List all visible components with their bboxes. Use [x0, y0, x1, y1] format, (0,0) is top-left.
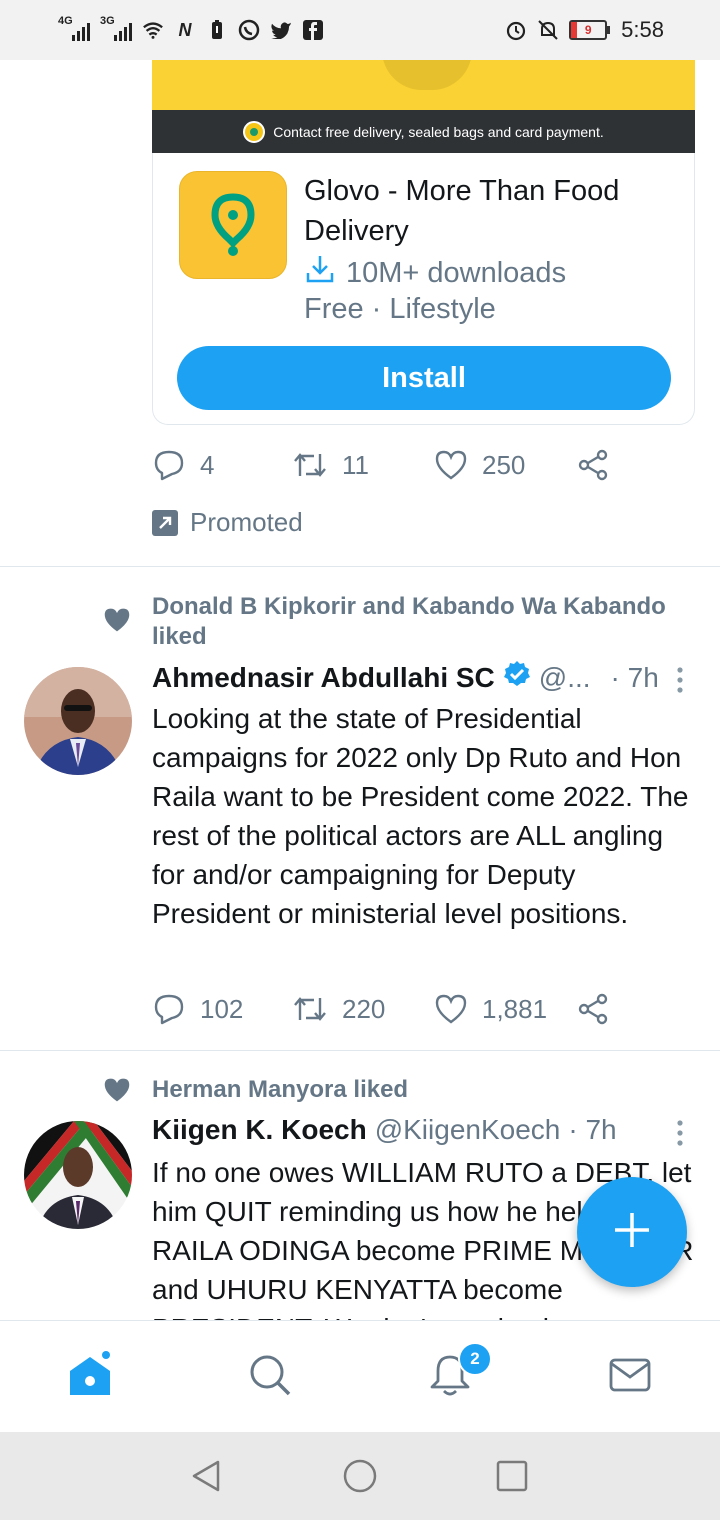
ad-media-image[interactable]	[152, 60, 695, 110]
retweet-button[interactable]: 11	[292, 450, 434, 481]
reply-button[interactable]: 102	[152, 992, 292, 1026]
promoted-icon	[152, 509, 178, 536]
reply-count: 4	[200, 449, 215, 480]
share-button[interactable]	[576, 992, 610, 1026]
social-context[interactable]: Donald B Kipkorir and Kabando Wa Kabando…	[152, 592, 692, 652]
signal-icon: 4G	[58, 15, 90, 41]
retweet-count: 11	[342, 449, 369, 480]
app-meta: Free · Lifestyle	[304, 293, 496, 325]
back-icon[interactable]	[188, 1458, 224, 1499]
tweet-header: Ahmednasir Abdullahi SC @... · 7h	[152, 660, 692, 695]
system-navigation-bar	[0, 1432, 720, 1520]
tweet-time: · 7h	[610, 661, 659, 693]
promoted-label: Promoted	[152, 507, 303, 538]
signal-icon-2: 3G	[100, 15, 132, 41]
mute-icon	[537, 19, 559, 41]
plus-icon	[612, 1210, 652, 1255]
network-type-label-2: 3G	[100, 15, 115, 27]
app-install-card[interactable]: Glovo - More Than Food Delivery 10M+ dow…	[152, 153, 695, 425]
reply-button[interactable]: 4	[152, 448, 292, 482]
status-bar: 4G 3G N 9 5:58	[0, 0, 720, 60]
shield-icon	[243, 120, 266, 143]
battery-level: 9	[584, 23, 592, 37]
like-count: 250	[482, 449, 526, 480]
retweet-button[interactable]: 220	[292, 994, 434, 1025]
share-icon	[576, 992, 610, 1026]
reply-icon	[152, 448, 186, 482]
facebook-icon	[302, 19, 324, 41]
whatsapp-icon	[238, 19, 260, 41]
reply-count: 102	[200, 993, 244, 1024]
share-icon	[576, 448, 610, 482]
reply-icon	[152, 992, 186, 1026]
messages-icon	[608, 1355, 652, 1400]
retweet-icon	[292, 994, 328, 1024]
downloads-count: 10M+ downloads	[346, 256, 567, 289]
promoted-text: Promoted	[190, 507, 303, 537]
retweet-count: 220	[342, 993, 386, 1024]
download-icon	[304, 253, 336, 293]
liked-heart-icon	[102, 1076, 132, 1109]
author-name[interactable]: Ahmednasir Abdullahi SC	[152, 662, 495, 694]
nfc-icon: N	[178, 19, 192, 40]
more-options-icon[interactable]	[674, 1120, 686, 1151]
avatar[interactable]	[24, 667, 132, 775]
tweet-time: · 7h	[568, 1114, 617, 1145]
author-name[interactable]: Kiigen K. Koech	[152, 1114, 367, 1146]
nav-search[interactable]	[246, 1353, 294, 1401]
like-button[interactable]: 250	[434, 449, 576, 481]
compose-tweet-button[interactable]	[577, 1177, 687, 1287]
nav-home[interactable]	[66, 1350, 114, 1404]
app-downloads: 10M+ downloads	[304, 253, 566, 293]
clock: 5:58	[621, 17, 664, 42]
notifications-badge: 2	[458, 1342, 492, 1376]
ad-caption-text: Contact free delivery, sealed bags and c…	[273, 123, 604, 140]
heart-icon	[434, 993, 468, 1025]
divider	[0, 1050, 720, 1051]
retweet-icon	[292, 450, 328, 480]
battery-icon: 9	[569, 20, 611, 40]
network-type-label: 4G	[58, 15, 73, 27]
recents-icon[interactable]	[494, 1458, 530, 1499]
divider	[0, 566, 720, 567]
like-count: 1,881	[482, 993, 548, 1024]
ad-action-bar: 4 11 250	[152, 448, 610, 482]
glovo-logo-icon	[179, 171, 287, 279]
tweet-header: Kiigen K. Koech @KiigenKoech · 7h	[152, 1114, 692, 1146]
liked-heart-icon	[102, 606, 132, 639]
app-title: Glovo - More Than Food Delivery	[304, 175, 620, 247]
ad-media-caption: Contact free delivery, sealed bags and c…	[152, 110, 695, 153]
wifi-icon	[142, 19, 164, 41]
bottom-navigation	[0, 1320, 720, 1433]
author-handle[interactable]: @KiigenKoech	[375, 1114, 561, 1146]
tweet-action-bar: 102 220 1,881	[152, 992, 610, 1026]
avatar[interactable]	[24, 1121, 132, 1229]
heart-icon	[434, 449, 468, 481]
battery-saver-icon	[206, 19, 228, 41]
alarm-icon	[505, 19, 527, 41]
search-icon	[248, 1353, 292, 1402]
share-button[interactable]	[576, 448, 610, 482]
author-handle[interactable]: @...	[539, 662, 591, 694]
tweet-text[interactable]: Looking at the state of Presidential cam…	[152, 699, 697, 933]
install-button[interactable]: Install	[177, 346, 671, 410]
nav-messages[interactable]	[606, 1353, 654, 1401]
like-button[interactable]: 1,881	[434, 993, 576, 1025]
home-icon	[66, 1350, 114, 1404]
social-context[interactable]: Herman Manyora liked	[152, 1075, 692, 1105]
home-circle-icon[interactable]	[342, 1458, 378, 1499]
more-options-icon[interactable]	[674, 667, 686, 698]
verified-badge-icon	[503, 660, 531, 695]
twitter-icon	[270, 19, 292, 41]
